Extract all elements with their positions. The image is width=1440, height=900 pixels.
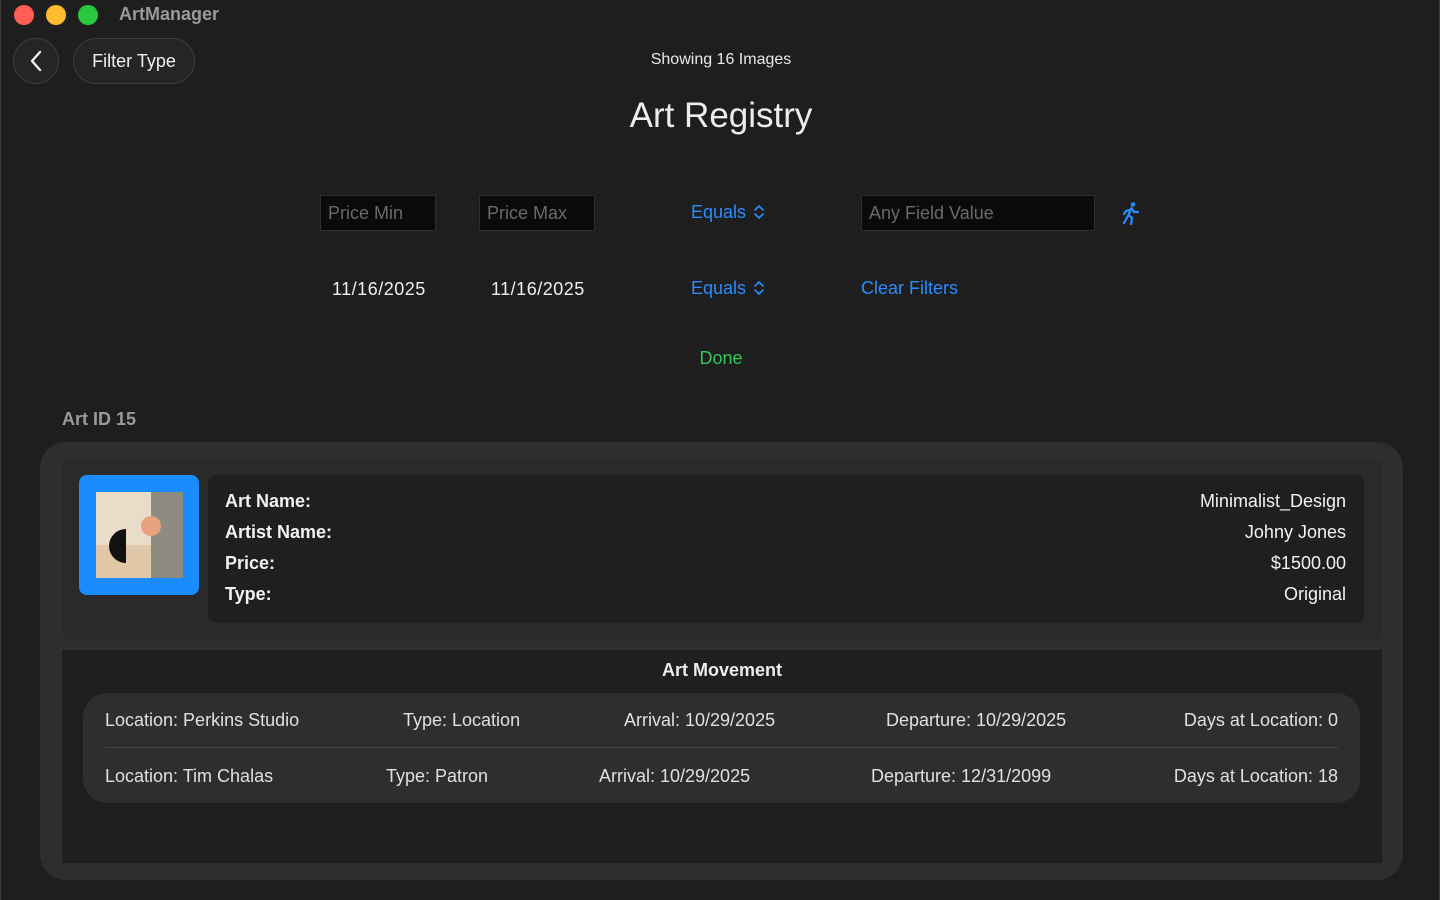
detail-label: Artist Name: [225, 522, 333, 542]
detail-label: Price: [225, 553, 276, 573]
page-title: Art Registry [629, 96, 813, 135]
price-min-input[interactable] [320, 195, 436, 231]
date-operator-select[interactable]: Equals [691, 278, 765, 299]
any-field-input[interactable] [861, 195, 1095, 231]
price-operator-label: Equals [691, 202, 747, 222]
window-minimize-button[interactable] [46, 5, 66, 25]
window-close-button[interactable] [14, 5, 34, 25]
app-title: ArtManager [119, 4, 220, 24]
movement-departure: Departure: 12/31/2099 [871, 766, 1052, 786]
movement-days: Days at Location: 0 [1183, 710, 1338, 730]
date-from-field[interactable]: 11/16/2025 [332, 279, 426, 300]
movement-type: Type: Patron [386, 766, 489, 786]
image-count-label: Showing 16 Images [650, 51, 792, 68]
artist-name-value: Johny Jones [1244, 522, 1346, 542]
date-to-field[interactable]: 11/16/2025 [491, 279, 585, 300]
price-operator-select[interactable]: Equals [691, 202, 765, 223]
movement-row[interactable]: Location: Tim Chalas Type: Patron Arriva… [83, 749, 1360, 804]
type-value: Original [1283, 584, 1346, 604]
detail-row: Type: Original [208, 584, 1364, 612]
art-details-panel: Art Name: Minimalist_Design Artist Name:… [208, 475, 1364, 623]
detail-row: Art Name: Minimalist_Design [208, 491, 1364, 519]
price-value: $1500.00 [1270, 553, 1346, 573]
movement-location: Location: Tim Chalas [105, 766, 274, 786]
done-label[interactable]: Done [699, 348, 742, 368]
movement-departure: Departure: 10/29/2025 [886, 710, 1067, 730]
window-maximize-button[interactable] [78, 5, 98, 25]
chevron-up-down-icon [754, 281, 764, 295]
movement-arrival: Arrival: 10/29/2025 [599, 766, 751, 786]
app-window: ArtManager Filter Type Showing 16 Images… [0, 0, 1440, 900]
art-movement-panel: Art Movement Location: Perkins Studio Ty… [62, 650, 1382, 863]
detail-row: Price: $1500.00 [208, 553, 1364, 581]
detail-label: Type: [225, 584, 272, 604]
price-max-input[interactable] [479, 195, 595, 231]
movement-row[interactable]: Location: Perkins Studio Type: Location … [83, 693, 1360, 748]
movement-location: Location: Perkins Studio [105, 710, 300, 730]
art-thumbnail[interactable] [79, 475, 199, 595]
movement-arrival: Arrival: 10/29/2025 [624, 710, 776, 730]
row-divider [105, 747, 1338, 748]
date-operator-label: Equals [691, 278, 747, 298]
clear-filters-button[interactable]: Clear Filters [861, 278, 958, 299]
detail-label: Art Name: [225, 491, 312, 511]
art-movement-title: Art Movement [661, 660, 782, 680]
movement-type: Type: Location [403, 710, 521, 730]
art-id-header: Art ID 15 [62, 409, 137, 429]
artwork-image [96, 492, 183, 578]
done-button[interactable]: Done [1, 348, 1440, 369]
chevron-up-down-icon [754, 205, 764, 219]
running-figure-icon[interactable] [1119, 201, 1141, 225]
detail-row: Artist Name: Johny Jones [208, 522, 1364, 550]
movement-list: Location: Perkins Studio Type: Location … [83, 693, 1360, 803]
art-name-value: Minimalist_Design [1199, 491, 1346, 511]
movement-days: Days at Location: 18 [1173, 766, 1338, 786]
